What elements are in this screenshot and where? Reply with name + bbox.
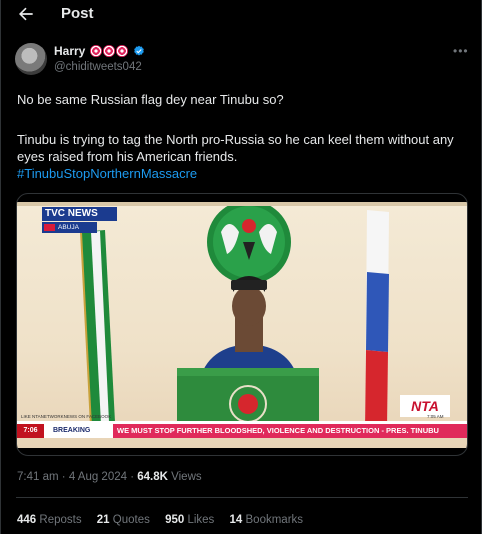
ticker-small-left: LIKE NTANETWORKNEWS ON FACEBOOK <box>21 414 112 419</box>
page-title: Post <box>61 5 94 22</box>
post-meta: 7:41 am · 4 Aug 2024 · 64.8K Views <box>17 471 202 483</box>
reposts-stat[interactable]: 446 Reposts <box>17 514 82 526</box>
back-arrow-icon[interactable] <box>15 4 37 24</box>
views-label: Views <box>171 471 202 483</box>
direct-hit-emoji-icon <box>102 45 115 57</box>
more-options-icon[interactable]: ••• <box>453 44 469 58</box>
post-time[interactable]: 7:41 am <box>17 471 59 483</box>
video-media[interactable]: TVC NEWS ABUJA NTA LIKE NTANETWORKNEWS O… <box>16 193 468 456</box>
top-bar: Post <box>1 0 482 30</box>
divider <box>16 497 468 498</box>
meta-separator: · <box>61 471 66 483</box>
author-name[interactable]: Harry <box>54 44 85 58</box>
views-count: 64.8K <box>137 471 168 483</box>
meta-separator: · <box>130 471 135 483</box>
post-text-line2: Tinubu is trying to tag the North pro-Ru… <box>17 132 454 164</box>
tvc-news-logo: TVC NEWS <box>42 207 117 221</box>
bookmarks-stat[interactable]: 14 Bookmarks <box>230 514 304 526</box>
quotes-stat[interactable]: 21 Quotes <box>97 514 150 526</box>
ticker-time: 7:06 <box>17 424 44 438</box>
author-handle[interactable]: @chiditweets042 <box>54 61 142 73</box>
author-name-row[interactable]: Harry <box>54 44 145 58</box>
hashtag-link[interactable]: #TinubuStopNorthernMassacre <box>17 165 471 182</box>
location-tag: ABUJA <box>42 222 97 233</box>
likes-stat[interactable]: 950 Likes <box>165 514 214 526</box>
direct-hit-emoji-icon <box>89 45 102 57</box>
avatar[interactable] <box>15 43 47 75</box>
verified-badge-icon[interactable] <box>133 45 145 57</box>
post-date[interactable]: 4 Aug 2024 <box>69 471 127 483</box>
post-text-line1: No be same Russian flag dey near Tinubu … <box>17 92 284 107</box>
ticker-label: BREAKING <box>45 424 113 438</box>
engagement-stats: 446 Reposts 21 Quotes 950 Likes 14 Bookm… <box>17 514 315 526</box>
ticker-small-right: 7:05 AM <box>427 414 444 419</box>
direct-hit-emoji-icon <box>115 45 128 57</box>
post-column: Post Harry @chiditweets042 ••• No be sam… <box>0 0 482 534</box>
ticker-text: WE MUST STOP FURTHER BLOODSHED, VIOLENCE… <box>117 426 439 435</box>
